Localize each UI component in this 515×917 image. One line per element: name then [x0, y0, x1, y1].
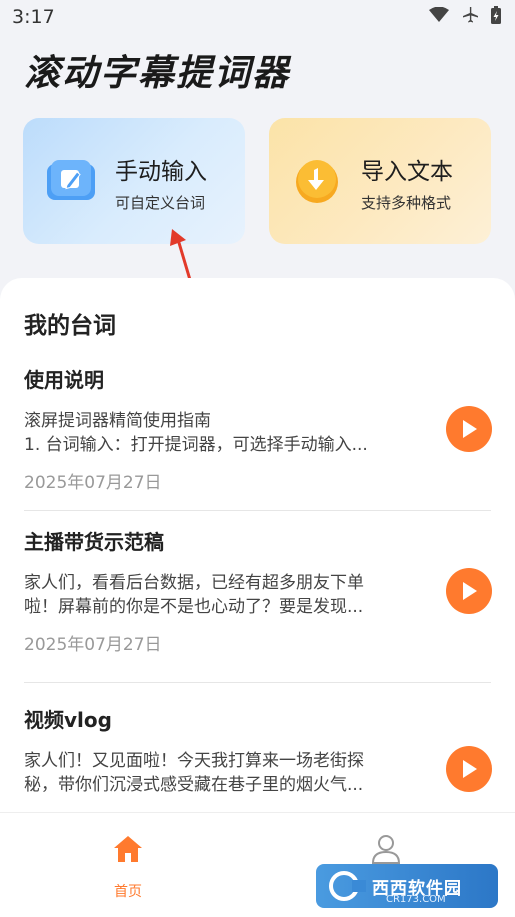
script-preview-line: 秘，带你们沉浸式感受藏在巷子里的烟火气...: [24, 775, 364, 795]
script-item[interactable]: 视频vlog 家人们！又见面啦！今天我打算来一场老街探 秘，带你们沉浸式感受藏在…: [0, 704, 515, 818]
script-preview-line: 滚屏提词器精简使用指南: [24, 411, 211, 431]
tab-home[interactable]: 首页: [68, 813, 188, 917]
script-title: 视频vlog: [24, 708, 112, 732]
manual-input-card[interactable]: 手动输入 可自定义台词: [23, 118, 245, 244]
status-icons: [429, 6, 501, 24]
status-time: 3:17: [12, 6, 55, 28]
play-icon: [463, 760, 477, 778]
script-preview-line: 啦！屏幕前的你是不是也心动了？要是发现...: [24, 597, 364, 617]
play-button[interactable]: [446, 746, 492, 792]
status-bar: 3:17: [0, 0, 515, 36]
script-date: 2025年07月27日: [24, 635, 162, 655]
app-title: 滚动字幕提词器: [24, 53, 291, 94]
watermark-logo: 西西软件园 CR173.COM: [316, 864, 498, 908]
home-icon: [114, 836, 142, 862]
my-scripts-panel: 我的台词 使用说明 滚屏提词器精简使用指南 1. 台词输入：打开提词器，可选择手…: [0, 278, 515, 818]
play-icon: [463, 582, 477, 600]
script-date: 2025年07月27日: [24, 473, 162, 493]
script-title: 使用说明: [24, 368, 104, 392]
battery-charging-icon: [491, 6, 501, 24]
airplane-icon: [463, 7, 478, 23]
script-preview-line: 1. 台词输入：打开提词器，可选择手动输入...: [24, 435, 368, 455]
manual-input-title: 手动输入: [115, 159, 207, 185]
manual-input-subtitle: 可自定义台词: [115, 194, 206, 212]
play-icon: [463, 420, 477, 438]
divider: [24, 510, 491, 511]
import-text-title: 导入文本: [361, 159, 453, 185]
script-item[interactable]: 主播带货示范稿 家人们，看看后台数据，已经有超多朋友下单 啦！屏幕前的你是不是也…: [0, 526, 515, 686]
import-text-card[interactable]: 导入文本 支持多种格式: [269, 118, 491, 244]
script-preview-line: 家人们，看看后台数据，已经有超多朋友下单: [24, 573, 364, 593]
script-preview-line: 家人们！又见面啦！今天我打算来一场老街探: [24, 751, 364, 771]
watermark-icon: [329, 871, 366, 901]
wifi-icon: [429, 7, 449, 22]
watermark-subtext: CR173.COM: [386, 894, 446, 905]
script-title: 主播带货示范稿: [24, 530, 164, 554]
import-text-subtitle: 支持多种格式: [361, 194, 452, 212]
play-button[interactable]: [446, 406, 492, 452]
user-icon: [371, 835, 401, 864]
play-button[interactable]: [446, 568, 492, 614]
divider: [24, 682, 491, 683]
section-title: 我的台词: [24, 313, 116, 339]
import-arrow-icon: [296, 160, 338, 203]
edit-icon: [47, 160, 95, 200]
script-item[interactable]: 使用说明 滚屏提词器精简使用指南 1. 台词输入：打开提词器，可选择手动输入..…: [0, 364, 515, 524]
tab-home-label: 首页: [114, 884, 142, 900]
